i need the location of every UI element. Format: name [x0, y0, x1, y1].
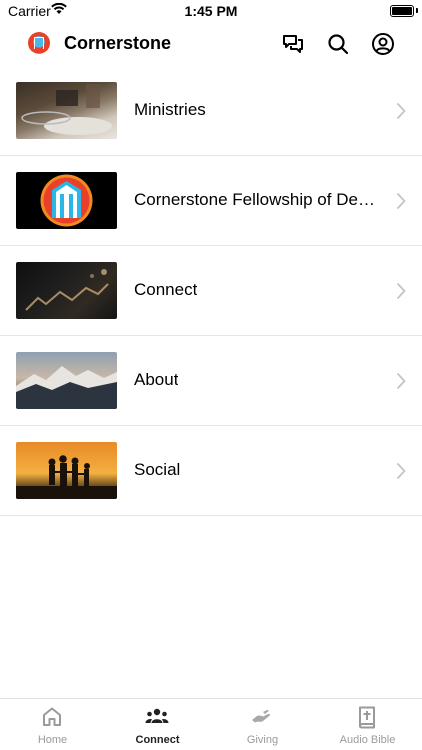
profile-icon[interactable] [371, 32, 395, 56]
tab-label: Giving [246, 734, 279, 746]
tab-audio-bible[interactable]: Audio Bible [315, 699, 420, 750]
chat-icon[interactable] [281, 32, 305, 56]
list-item[interactable]: Ministries [0, 66, 422, 156]
bible-icon [359, 706, 375, 729]
chevron-right-icon [396, 192, 406, 210]
cornerstone-logo-thumbnail [16, 172, 117, 229]
chevron-right-icon [396, 102, 406, 120]
chevron-right-icon [396, 462, 406, 480]
about-thumbnail [16, 352, 117, 409]
list-item-label: Connect [134, 280, 198, 299]
list-item-label: About [134, 370, 179, 389]
ministries-thumbnail [16, 82, 117, 139]
list-item[interactable]: Social [0, 426, 422, 516]
battery-icon [390, 5, 414, 17]
connect-thumbnail [16, 262, 117, 319]
tab-connect[interactable]: Connect [105, 699, 210, 750]
list-item[interactable]: Connect [0, 246, 422, 336]
app-logo-icon [28, 32, 50, 54]
battery-tip [416, 8, 418, 13]
home-icon [43, 707, 61, 726]
list-item[interactable]: Cornerstone Fellowship of DeG... [0, 156, 422, 246]
app-title: Cornerstone [64, 33, 172, 53]
search-icon[interactable] [326, 32, 350, 56]
giving-hand-icon [252, 709, 270, 723]
clock: 1:45 PM [184, 3, 238, 19]
list-item-label: Cornerstone Fellowship of DeG... [134, 190, 384, 209]
list-item[interactable]: About [0, 336, 422, 426]
chevron-right-icon [396, 282, 406, 300]
tab-bar: Home Connect Giving Audio Bible [0, 698, 422, 750]
chevron-right-icon [396, 372, 406, 390]
app-header: Cornerstone [0, 22, 422, 66]
list-item-label: Ministries [134, 100, 206, 119]
tab-label: Connect [135, 734, 180, 746]
list-item-label: Social [134, 460, 181, 479]
status-bar: Carrier 1:45 PM [0, 0, 422, 22]
tab-label: Home [37, 734, 68, 746]
tab-home[interactable]: Home [0, 699, 105, 750]
tab-label: Audio Bible [339, 734, 396, 746]
section-list: Ministries Cornerstone Fellowship of DeG… [0, 66, 422, 516]
tab-giving[interactable]: Giving [210, 699, 315, 750]
social-thumbnail [16, 442, 117, 499]
people-icon [145, 708, 169, 723]
